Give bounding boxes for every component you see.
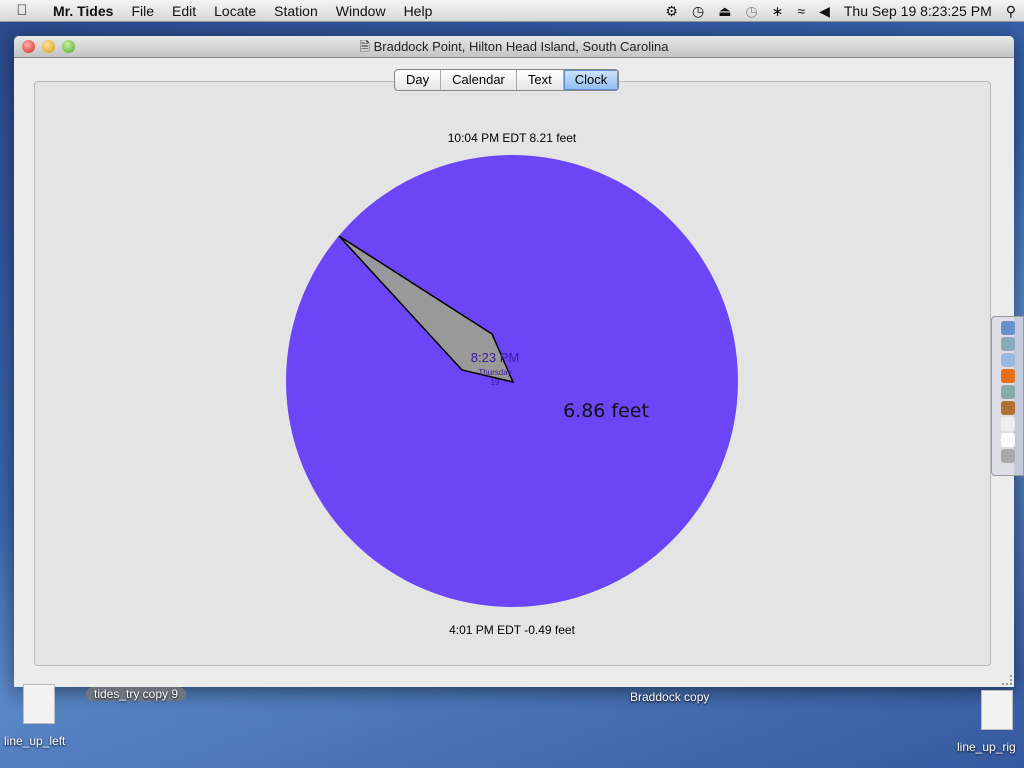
trash-icon[interactable] [1001, 449, 1015, 463]
file-icon[interactable] [981, 690, 1013, 730]
tab-day[interactable]: Day [395, 70, 442, 90]
menu-help[interactable]: Help [395, 3, 442, 19]
system-preferences-icon[interactable] [1001, 385, 1015, 399]
safari-icon[interactable] [1001, 337, 1015, 351]
dock [991, 316, 1024, 476]
window-title: Braddock Point, Hilton Head Island, Sout… [373, 39, 669, 54]
app-icon[interactable] [1001, 401, 1015, 415]
desktop-item-tides-try[interactable]: tides_try copy 9 [86, 687, 187, 701]
menu-app[interactable]: Mr. Tides [44, 3, 122, 19]
low-tide-label: 4:01 PM EDT -0.49 feet [449, 623, 575, 637]
finder-icon[interactable] [1001, 321, 1015, 335]
bluetooth-icon[interactable]: ∗ [772, 3, 784, 20]
clock-status-icon[interactable]: ◷ [692, 3, 704, 20]
desktop-item-line-up-right[interactable]: line_up_rig [957, 740, 1016, 754]
menu-file[interactable]: File [122, 3, 163, 19]
wifi-icon[interactable]: ≈ [797, 3, 805, 19]
volume-icon[interactable]: ◀ [819, 3, 830, 20]
eject-icon[interactable]: ⏏ [718, 3, 731, 20]
menu-locate[interactable]: Locate [205, 3, 265, 19]
menu-station[interactable]: Station [265, 3, 327, 19]
tab-clock[interactable]: Clock [563, 70, 619, 90]
close-button[interactable] [22, 40, 35, 53]
menu-bar:  Mr. Tides File Edit Locate Station Win… [0, 0, 1024, 22]
menu-window[interactable]: Window [327, 3, 395, 19]
spotlight-search-icon[interactable]: ⚲ [1006, 3, 1016, 20]
resize-handle[interactable] [1002, 675, 1012, 685]
apple-menu-icon[interactable]:  [0, 2, 44, 19]
clock-panel [34, 81, 991, 666]
document-icon: 🗎 [359, 39, 370, 54]
title-bar[interactable]: 🗎 Braddock Point, Hilton Head Island, So… [14, 36, 1014, 58]
document-icon[interactable] [1001, 433, 1015, 447]
menu-edit[interactable]: Edit [163, 3, 205, 19]
view-tabs: Day Calendar Text Clock [394, 69, 620, 91]
main-window: 🗎 Braddock Point, Hilton Head Island, So… [14, 36, 1014, 687]
zoom-button[interactable] [62, 40, 75, 53]
menu-clock[interactable]: Thu Sep 19 8:23:25 PM [844, 3, 992, 19]
high-tide-label: 10:04 PM EDT 8.21 feet [447, 131, 577, 145]
desktop-item-braddock-copy[interactable]: Braddock copy [630, 690, 709, 704]
gear-icon[interactable]: ⚙ [665, 3, 678, 20]
desktop-item-line-up-left[interactable]: line_up_left [4, 734, 65, 748]
tab-text[interactable]: Text [517, 70, 564, 90]
time-machine-icon[interactable]: ◷ [745, 3, 757, 20]
itunes-icon[interactable] [1001, 353, 1015, 367]
minimize-button[interactable] [42, 40, 55, 53]
tab-calendar[interactable]: Calendar [441, 70, 517, 90]
preview-icon[interactable] [1001, 417, 1015, 431]
firefox-icon[interactable] [1001, 369, 1015, 383]
file-icon[interactable] [23, 684, 55, 724]
